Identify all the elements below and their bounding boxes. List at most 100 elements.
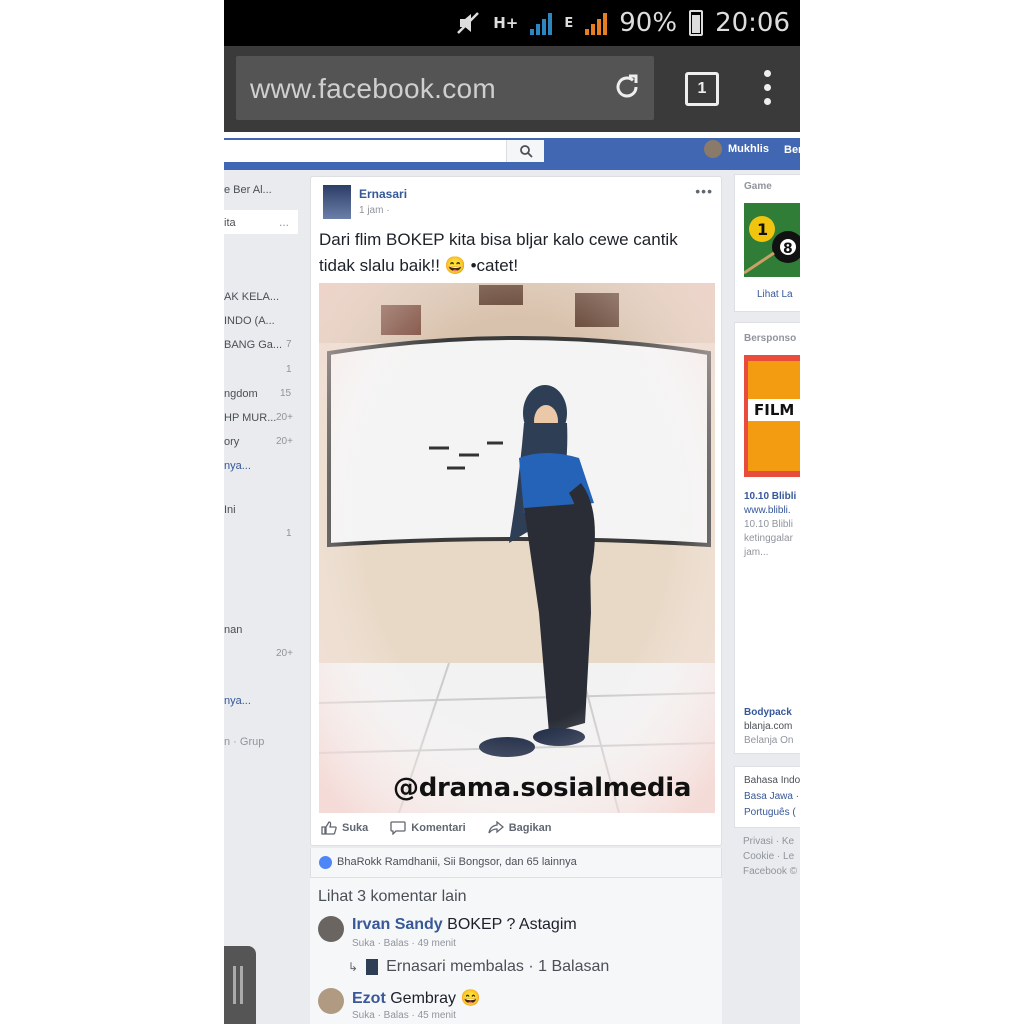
games-see-more-link[interactable]: Lihat La bbox=[757, 289, 793, 300]
sidebar-item[interactable]: ita bbox=[224, 217, 236, 229]
sidebar-item[interactable]: ory bbox=[224, 436, 239, 448]
games-label: Game bbox=[744, 181, 772, 192]
thumbs-up-icon bbox=[321, 821, 337, 835]
reactions-text: BhaRokk Ramdhanii, Sii Bongsor, dan 65 l… bbox=[337, 856, 577, 868]
sidebar-see-more[interactable]: nya... bbox=[224, 460, 251, 472]
post-photo[interactable]: @drama.sosialmedia bbox=[319, 283, 715, 813]
profile-link[interactable]: Mukhlis bbox=[704, 140, 769, 158]
post-options-icon[interactable]: ••• bbox=[695, 183, 713, 199]
ad-title[interactable]: 10.10 Blibli bbox=[744, 491, 796, 502]
reply-thread-link[interactable]: ↳ Ernasari membalas · 1 Balasan bbox=[348, 958, 609, 976]
avatar[interactable] bbox=[323, 185, 351, 219]
tab-switcher-button[interactable]: 1 bbox=[685, 72, 719, 106]
watermark-text: @drama.sosialmedia bbox=[393, 773, 692, 803]
sidebar-item[interactable]: Ini bbox=[224, 504, 236, 516]
comment-button[interactable]: Komentari bbox=[390, 821, 466, 835]
like-button[interactable]: Suka bbox=[321, 821, 368, 835]
signal-icon-1 bbox=[530, 11, 553, 35]
sponsored-card: Bersponso FILM 10.10 Blibli www.blibli. … bbox=[734, 322, 800, 754]
footer-link[interactable]: Cookie · Le bbox=[743, 851, 794, 862]
browser-toolbar: www.facebook.com 1 bbox=[224, 46, 800, 132]
avatar[interactable] bbox=[318, 916, 344, 942]
comment-author[interactable]: Irvan Sandy bbox=[352, 916, 443, 933]
reload-icon[interactable] bbox=[612, 72, 642, 102]
fb-blue-bar: Mukhlis Ber bbox=[224, 132, 800, 170]
left-sidebar: e Ber Al... ita ... AK KELA... INDO (A..… bbox=[224, 170, 304, 1024]
svg-text:8: 8 bbox=[783, 241, 793, 257]
home-link[interactable]: Ber bbox=[784, 144, 800, 156]
sidebar-count: 7 bbox=[286, 339, 292, 350]
games-card: Game 1 8 Lihat La bbox=[734, 174, 800, 312]
share-button[interactable]: Bagikan bbox=[488, 821, 552, 835]
sidebar-see-more[interactable]: nya... bbox=[224, 695, 251, 707]
comments-section: Lihat 3 komentar lain Irvan Sandy BOKEP … bbox=[310, 878, 722, 1024]
sidebar-item[interactable]: e Ber Al... bbox=[224, 184, 272, 196]
reactions-summary[interactable]: BhaRokk Ramdhanii, Sii Bongsor, dan 65 l… bbox=[310, 848, 722, 878]
photo-image bbox=[319, 283, 715, 813]
phone-screen: H+ E 90% 20:06 www.facebook.com 1 Mukhli… bbox=[224, 0, 800, 1024]
comment-meta[interactable]: Suka · Balas · 49 menit bbox=[352, 938, 456, 949]
sidebar-item[interactable]: INDO (A... bbox=[224, 315, 275, 327]
billiards-game-icon[interactable]: 1 8 bbox=[744, 203, 800, 277]
comment-text: Gembray 😄 bbox=[390, 990, 481, 1007]
battery-percent: 90% bbox=[619, 8, 678, 38]
ad-url[interactable]: blanja.com bbox=[744, 721, 792, 732]
status-icons: H+ E 90% 20:06 bbox=[455, 6, 790, 40]
ad-title[interactable]: Bodypack bbox=[744, 707, 792, 718]
language-card: Bahasa Indo Basa Jawa · Português ( bbox=[734, 766, 800, 828]
language-option[interactable]: Português ( bbox=[744, 807, 796, 818]
battery-icon bbox=[689, 10, 704, 36]
ad-url[interactable]: www.blibli. bbox=[744, 505, 791, 516]
search-button[interactable] bbox=[506, 140, 544, 162]
share-icon bbox=[488, 821, 504, 834]
avatar[interactable] bbox=[318, 988, 344, 1014]
fb-search-input[interactable] bbox=[224, 140, 544, 162]
sidebar-count: 1 bbox=[286, 528, 292, 539]
language-option[interactable]: Basa Jawa · bbox=[744, 791, 799, 802]
reply-arrow-icon: ↳ bbox=[348, 960, 359, 974]
comment-2: Ezot Gembray 😄 bbox=[352, 988, 480, 1008]
avatar bbox=[366, 959, 379, 975]
network-type: H+ bbox=[493, 14, 519, 32]
sidebar-count: 20+ bbox=[276, 648, 293, 659]
reply-text: Ernasari membalas · 1 Balasan bbox=[386, 958, 610, 975]
post-text: Dari flim BOKEP kita bisa bljar kalo cew… bbox=[319, 230, 678, 275]
sidebar-item[interactable]: n · Grup bbox=[224, 736, 264, 748]
post-timestamp[interactable]: 1 jam · bbox=[359, 205, 390, 216]
scroll-handle[interactable] bbox=[224, 946, 256, 1024]
sponsored-label: Bersponso bbox=[744, 333, 797, 344]
avatar bbox=[704, 140, 722, 158]
ad-description: 10.10 Blibli bbox=[744, 519, 793, 530]
feed-post: Ernasari 1 jam · ••• Dari flim BOKEP kit… bbox=[310, 176, 722, 846]
share-label: Bagikan bbox=[508, 822, 552, 834]
footer-copyright: Facebook © bbox=[743, 866, 798, 877]
sidebar-count: 20+ bbox=[276, 436, 293, 447]
sidebar-more[interactable]: ... bbox=[279, 215, 289, 229]
footer-link[interactable]: Privasi · Ke bbox=[743, 836, 794, 847]
sidebar-item[interactable]: BANG Ga... bbox=[224, 339, 282, 351]
sidebar-item[interactable]: HP MUR... bbox=[224, 412, 276, 424]
ad-image[interactable]: FILM bbox=[744, 355, 800, 477]
language-current: Bahasa Indo bbox=[744, 775, 800, 786]
status-bar: H+ E 90% 20:06 bbox=[224, 0, 800, 46]
ad-description: jam... bbox=[744, 547, 769, 558]
profile-name: Mukhlis bbox=[728, 143, 769, 155]
view-more-comments-link[interactable]: Lihat 3 komentar lain bbox=[318, 888, 467, 906]
post-actions: Suka Komentari Bagikan bbox=[321, 821, 552, 835]
sidebar-item[interactable]: AK KELA... bbox=[224, 291, 279, 303]
search-icon bbox=[519, 145, 533, 158]
comment-icon bbox=[390, 821, 406, 835]
comment-meta[interactable]: Suka · Balas · 45 menit bbox=[352, 1010, 456, 1021]
sidebar-item[interactable]: nan bbox=[224, 624, 242, 636]
comment-label: Komentari bbox=[411, 822, 466, 834]
ad-description: Belanja On bbox=[744, 735, 794, 746]
post-author[interactable]: Ernasari bbox=[359, 187, 407, 201]
comment-author[interactable]: Ezot bbox=[352, 990, 386, 1007]
comment-1: Irvan Sandy BOKEP ? Astagim bbox=[352, 916, 577, 934]
sidebar-item[interactable]: ngdom bbox=[224, 388, 258, 400]
sidebar-count: 15 bbox=[280, 388, 292, 399]
mute-icon bbox=[457, 12, 480, 34]
address-bar[interactable]: www.facebook.com bbox=[236, 56, 654, 120]
overflow-menu-icon[interactable] bbox=[762, 70, 772, 110]
sidebar-count: 20+ bbox=[276, 412, 293, 423]
